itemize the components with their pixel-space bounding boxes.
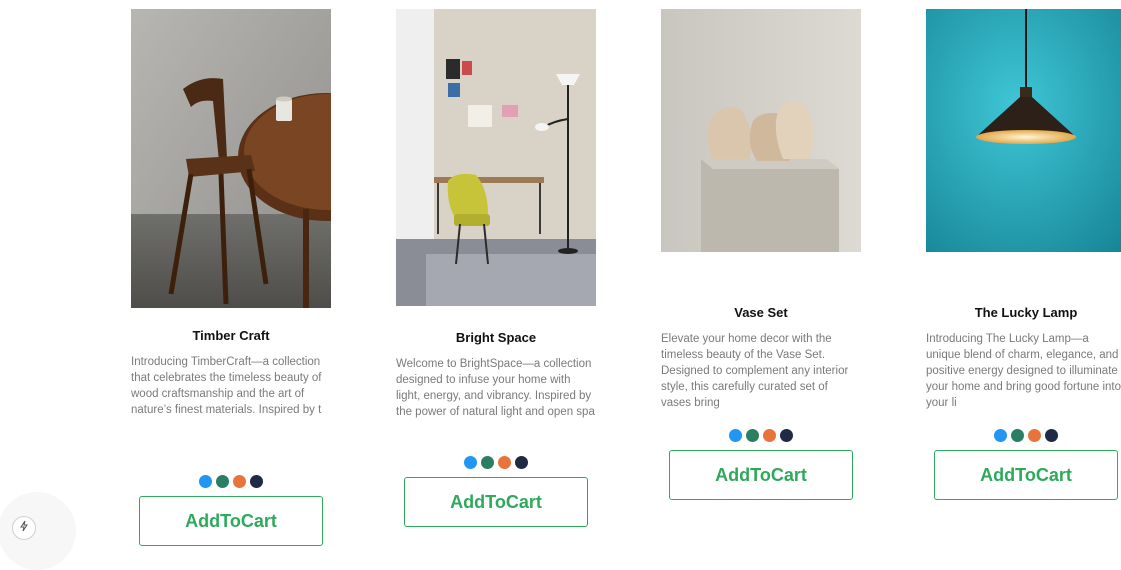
- color-swatch-orange[interactable]: [498, 456, 511, 469]
- color-swatch-orange[interactable]: [233, 475, 246, 488]
- product-image-lucky-lamp[interactable]: [926, 9, 1121, 252]
- product-description: Welcome to BrightSpace—a collection desi…: [396, 358, 595, 418]
- product-title: Vase Set: [734, 305, 788, 320]
- product-description: Introducing TimberCraft—a collection tha…: [131, 356, 322, 416]
- product-card-lucky-lamp: The Lucky Lamp Introducing The Lucky Lam…: [926, 9, 1121, 500]
- color-swatches: [131, 475, 331, 488]
- product-description: Elevate your home decor with the timeles…: [661, 333, 849, 409]
- color-swatch-navy[interactable]: [780, 429, 793, 442]
- color-swatch-navy[interactable]: [1045, 429, 1058, 442]
- product-description: Introducing The Lucky Lamp—a unique blen…: [926, 333, 1121, 409]
- color-swatch-blue[interactable]: [729, 429, 742, 442]
- color-swatch-orange[interactable]: [763, 429, 776, 442]
- color-swatch-navy[interactable]: [515, 456, 528, 469]
- product-image-vase-set[interactable]: [661, 9, 861, 252]
- product-card-vase-set: Vase Set Elevate your home decor with th…: [661, 9, 861, 500]
- color-swatches: [396, 456, 596, 469]
- color-swatch-green[interactable]: [216, 475, 229, 488]
- color-swatch-navy[interactable]: [250, 475, 263, 488]
- color-swatch-green[interactable]: [481, 456, 494, 469]
- add-to-cart-button[interactable]: AddToCart: [139, 496, 323, 546]
- product-title: The Lucky Lamp: [974, 305, 1078, 320]
- color-swatches: [661, 429, 861, 442]
- product-image-timber-craft[interactable]: [131, 9, 331, 308]
- add-to-cart-button[interactable]: AddToCart: [404, 477, 588, 527]
- color-swatch-blue[interactable]: [199, 475, 212, 488]
- floating-action-button[interactable]: [12, 516, 36, 540]
- product-image-bright-space[interactable]: [396, 9, 596, 306]
- color-swatch-blue[interactable]: [994, 429, 1007, 442]
- color-swatch-green[interactable]: [1011, 429, 1024, 442]
- product-card-bright-space: Bright Space Welcome to BrightSpace—a co…: [396, 9, 596, 527]
- add-to-cart-button[interactable]: AddToCart: [934, 450, 1118, 500]
- color-swatch-orange[interactable]: [1028, 429, 1041, 442]
- bolt-icon: [18, 519, 30, 537]
- color-swatches: [926, 429, 1121, 442]
- add-to-cart-button[interactable]: AddToCart: [669, 450, 853, 500]
- product-card-timber-craft: Timber Craft Introducing TimberCraft—a c…: [131, 9, 331, 546]
- product-title: Timber Craft: [192, 328, 270, 343]
- color-swatch-green[interactable]: [746, 429, 759, 442]
- product-title: Bright Space: [455, 330, 537, 345]
- color-swatch-blue[interactable]: [464, 456, 477, 469]
